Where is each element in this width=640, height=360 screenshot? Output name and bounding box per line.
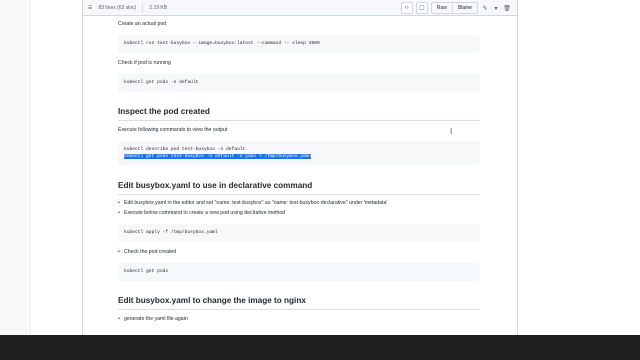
code-block[interactable]: kubectl run test-busybox --image=busybox… [118,35,480,53]
left-gutter [0,0,31,335]
file-header: ☰ 83 lines (63 sloc) 2.19 KB ‹› ▢ Raw Bl… [83,0,517,16]
mouse-cursor-icon: I [450,127,453,136]
code-block[interactable]: kubectl get pods -n default [118,74,480,92]
code-line: kubectl get pods [124,269,169,274]
paragraph: Create an actual pod [118,21,167,27]
heading-rule [118,194,480,195]
code-line: kubectl describe pod test-busybox -n def… [124,147,246,152]
paragraph: Check if pod is running [118,60,171,66]
code-icon[interactable]: ‹› [400,2,413,14]
section-heading: Edit busybox.yaml to change the image to… [118,296,306,305]
list-item: Execute below command to create a new po… [118,210,285,216]
heading-rule [118,120,480,121]
raw-button[interactable]: Raw [432,3,453,13]
paragraph: Execute following commands to view the o… [118,127,228,133]
blame-button[interactable]: Blame [453,3,477,13]
list-item: generate the yaml file again [118,316,188,322]
file-size: 2.19 KB [149,5,168,11]
file-viewer: ☰ 83 lines (63 sloc) 2.19 KB ‹› ▢ Raw Bl… [82,0,518,335]
copy-icon[interactable]: ▢ [415,2,428,14]
code-block[interactable]: kubectl describe pod test-busybox -n def… [118,141,480,165]
code-block[interactable]: kubectl get pods [118,263,480,281]
divider [142,4,144,12]
pencil-icon[interactable]: ✎ [481,5,489,12]
list-item: Check the pod created [118,249,176,255]
file-actions: ‹› ▢ Raw Blame ✎ ▾ 🗑 [400,2,511,14]
raw-blame-group: Raw Blame [430,2,478,14]
list-icon[interactable]: ☰ [88,5,92,11]
chevron-down-icon[interactable]: ▾ [492,5,500,12]
lines-info: 83 lines (63 sloc) [98,5,137,11]
code-block[interactable]: kubectl apply -f /tmp/busybox.yaml [118,224,480,242]
trash-icon[interactable]: 🗑 [503,5,511,12]
code-line: kubectl run test-busybox --image=busybox… [124,41,320,46]
section-heading: Edit busybox.yaml to use in declarative … [118,181,313,190]
list-item: Edit busybox.yaml in the editor and set … [118,200,387,206]
code-line-selected: kubectl get pods test-busybox -n default… [124,154,312,159]
code-line: kubectl get pods -n default [124,80,199,85]
taskbar [0,335,640,360]
heading-rule [118,309,480,310]
file-info: ☰ 83 lines (63 sloc) 2.19 KB [88,4,167,12]
section-heading: Inspect the pod created [118,107,210,116]
code-line: kubectl apply -f /tmp/busybox.yaml [124,230,218,235]
